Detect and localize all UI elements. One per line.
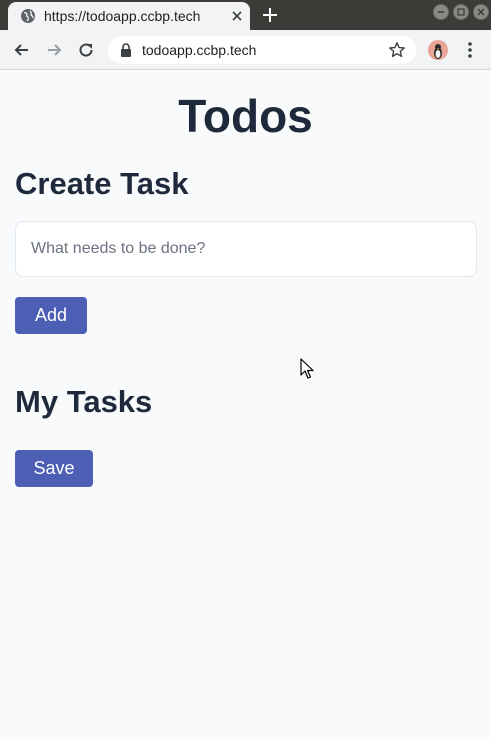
back-arrow-icon[interactable] [12, 40, 32, 60]
penguin-avatar-icon [434, 44, 442, 59]
close-tab-icon[interactable] [230, 9, 244, 23]
maximize-icon [457, 8, 465, 16]
my-tasks-heading: My Tasks [15, 384, 152, 420]
create-task-heading-rest: Task [111, 166, 189, 201]
close-window-button[interactable] [473, 4, 489, 20]
url-text: todoapp.ccbp.tech [142, 42, 257, 58]
tab-title: https://todoapp.ccbp.tech [44, 8, 201, 24]
address-bar[interactable]: todoapp.ccbp.tech [108, 36, 416, 64]
task-input[interactable] [15, 221, 477, 277]
lock-icon [121, 43, 131, 57]
save-button[interactable]: Save [15, 450, 93, 487]
globe-icon [21, 9, 35, 23]
maximize-window-button[interactable] [453, 4, 469, 20]
minimize-window-button[interactable] [433, 4, 449, 20]
forward-arrow-icon[interactable] [44, 40, 64, 60]
add-button[interactable]: Add [15, 297, 87, 334]
close-window-icon [477, 8, 485, 16]
page-title: Todos [178, 90, 313, 142]
reload-icon[interactable] [76, 40, 96, 60]
browser-tab[interactable]: https://todoapp.ccbp.tech [8, 2, 250, 30]
bookmark-star-icon[interactable] [388, 41, 406, 59]
todo-page: Todos Create Task Add My Tasks Save [0, 71, 491, 739]
profile-avatar[interactable] [428, 40, 448, 60]
tab-strip: https://todoapp.ccbp.tech [0, 0, 491, 30]
my-tasks-heading-bold: My [15, 384, 59, 419]
create-task-heading-bold: Create [15, 166, 112, 201]
create-task-heading: Create Task [15, 166, 188, 202]
menu-kebab-icon[interactable] [462, 40, 478, 60]
browser-toolbar: todoapp.ccbp.tech [0, 30, 491, 70]
minimize-icon [438, 11, 444, 13]
new-tab-icon[interactable] [260, 5, 280, 25]
my-tasks-heading-rest: Tasks [58, 384, 153, 419]
